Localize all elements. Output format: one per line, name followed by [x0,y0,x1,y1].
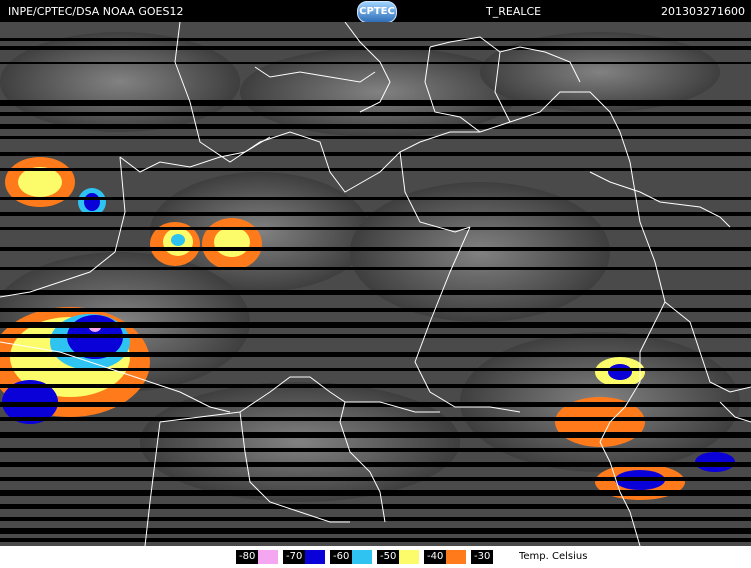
scanline-artifacts [0,38,751,542]
legend-entry: -50 [377,550,420,564]
source-label: INPE/CPTEC/DSA NOAA GOES12 [8,5,184,18]
legend-unit-label: Temp. Celsius [519,551,588,562]
legend-entry: -60 [330,550,373,564]
legend-entry: -70 [283,550,326,564]
image-header: INPE/CPTEC/DSA NOAA GOES12 CPTEC T_REALC… [0,0,751,23]
legend-entry: -40 [424,550,467,564]
temperature-legend: -80 -70 -60 -50 -40 -30 Temp. Celsius [0,546,751,568]
legend-entry: -30 [471,550,494,564]
product-label: T_REALCE [486,5,542,18]
satellite-map [0,22,751,546]
timestamp-label: 201303271600 [661,5,745,18]
cptec-logo: CPTEC [357,1,397,23]
legend-entry: -80 [236,550,279,564]
